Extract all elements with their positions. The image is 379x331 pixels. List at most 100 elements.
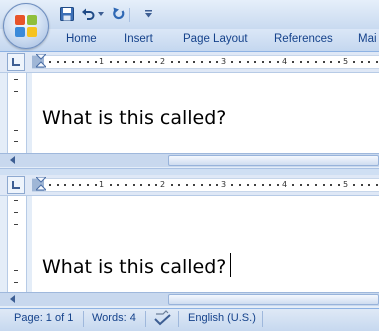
page-count-indicator[interactable]: Page: 1 of 1	[14, 312, 73, 326]
ruler-tick	[178, 61, 180, 63]
tab-references[interactable]: References	[274, 33, 333, 49]
ruler-tick	[330, 184, 332, 186]
ruler-number-1: 1	[99, 180, 105, 189]
status-separator	[262, 311, 263, 327]
bottom-vertical-ruler	[7, 196, 27, 292]
ruler-tick	[216, 184, 218, 186]
ruler-number-2: 2	[160, 180, 166, 189]
bottom-indent-marker-icon[interactable]	[36, 177, 46, 191]
top-scroll-thumb[interactable]	[168, 155, 379, 166]
vertical-ruler-tick	[14, 270, 18, 271]
ruler-tick	[140, 184, 142, 186]
ruler-tick	[247, 61, 249, 63]
ruler-number-1: 1	[99, 57, 105, 66]
ruler-tick	[376, 184, 378, 186]
ruler-tick	[193, 184, 195, 186]
ruler-tick	[171, 61, 173, 63]
ruler-tick	[133, 184, 135, 186]
ruler-tick	[300, 61, 302, 63]
ruler-tick	[201, 184, 203, 186]
ruler-tick	[110, 184, 112, 186]
redo-arrow-icon	[113, 7, 125, 20]
ruler-tick	[155, 184, 157, 186]
ruler-tick	[95, 61, 97, 63]
scroll-left-arrow-icon[interactable]	[10, 295, 15, 303]
undo-arrow-icon	[82, 8, 95, 20]
customize-qat-button[interactable]	[143, 5, 153, 23]
status-separator	[145, 311, 146, 327]
ruler-number-2: 2	[160, 57, 166, 66]
ruler-tick	[338, 61, 340, 63]
ruler-number-3: 3	[221, 57, 227, 66]
bottom-document-page[interactable]: What is this called?	[32, 196, 379, 292]
ruler-tick	[117, 61, 119, 63]
proofing-check-icon	[154, 310, 171, 326]
ruler-tick	[376, 61, 378, 63]
tab-home[interactable]: Home	[66, 33, 97, 49]
proofing-status-button[interactable]	[154, 310, 172, 326]
ruler-tick	[231, 61, 233, 63]
ruler-tick	[254, 61, 256, 63]
scroll-left-arrow-icon[interactable]	[10, 156, 15, 164]
ruler-tick	[361, 61, 363, 63]
ruler-tick	[338, 184, 340, 186]
dropdown-arrow-icon	[144, 10, 152, 18]
undo-dropdown[interactable]	[97, 5, 105, 23]
ruler-tick	[292, 61, 294, 63]
vertical-ruler-tick	[14, 141, 18, 142]
floppy-disk-icon	[60, 7, 74, 21]
ruler-tick	[125, 61, 127, 63]
ruler-tick	[307, 184, 309, 186]
ruler-tick	[110, 61, 112, 63]
bottom-tab-selector-button[interactable]	[7, 176, 25, 194]
top-indent-marker-icon[interactable]	[36, 54, 46, 68]
save-button[interactable]	[58, 5, 76, 23]
ruler-tick	[315, 61, 317, 63]
ruler-tick	[171, 184, 173, 186]
tab-mailings[interactable]: Mai	[358, 33, 377, 49]
ruler-tick	[262, 61, 264, 63]
ruler-tick	[87, 61, 89, 63]
tab-selector-button[interactable]	[7, 53, 25, 71]
text-cursor	[230, 253, 231, 277]
word-count-indicator[interactable]: Words: 4	[92, 312, 136, 326]
ruler-tick	[300, 184, 302, 186]
top-ruler-scale	[32, 55, 379, 69]
ruler-tick	[49, 61, 51, 63]
top-document-page[interactable]: What is this called?	[32, 73, 379, 153]
ruler-tick	[178, 184, 180, 186]
vertical-ruler-tick	[14, 79, 18, 80]
ruler-tick	[87, 184, 89, 186]
undo-button[interactable]	[80, 5, 96, 23]
tab-page-layout[interactable]: Page Layout	[183, 33, 248, 49]
ruler-tick	[239, 184, 241, 186]
ruler-tick	[64, 61, 66, 63]
vertical-ruler-tick	[14, 212, 18, 213]
chevron-down-icon	[98, 12, 104, 16]
ruler-tick	[353, 184, 355, 186]
ruler-tick	[361, 184, 363, 186]
ruler-tick	[140, 61, 142, 63]
ruler-tick	[117, 184, 119, 186]
ruler-tick	[64, 184, 66, 186]
ruler-tick	[307, 61, 309, 63]
bottom-scroll-thumb[interactable]	[168, 294, 379, 305]
ruler-tick	[216, 61, 218, 63]
ruler-number-5: 5	[343, 180, 349, 189]
office-button[interactable]	[3, 3, 49, 49]
ruler-tick	[79, 184, 81, 186]
ruler-tick	[254, 184, 256, 186]
tab-insert[interactable]: Insert	[124, 33, 153, 49]
bottom-document-text[interactable]: What is this called?	[42, 256, 226, 278]
ruler-tick	[315, 184, 317, 186]
ruler-number-3: 3	[221, 180, 227, 189]
top-document-text[interactable]: What is this called?	[42, 107, 226, 129]
ruler-tick	[368, 61, 370, 63]
redo-button[interactable]	[111, 5, 127, 23]
bottom-horizontal-scrollbar[interactable]	[0, 292, 379, 306]
top-horizontal-scrollbar[interactable]	[0, 153, 379, 167]
ruler-number-4: 4	[282, 180, 288, 189]
qat-separator	[129, 8, 130, 22]
ruler-tick	[186, 61, 188, 63]
language-indicator[interactable]: English (U.S.)	[188, 312, 256, 326]
